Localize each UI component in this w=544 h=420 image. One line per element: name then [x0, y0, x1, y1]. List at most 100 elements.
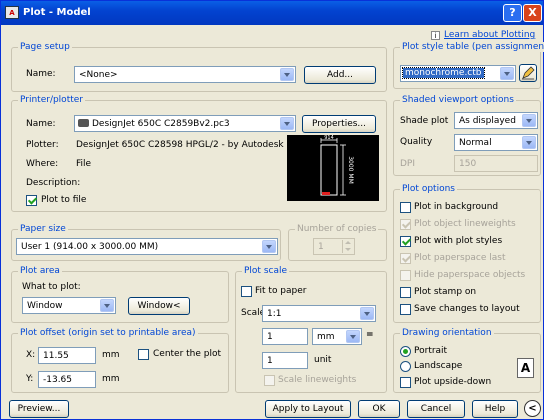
what-to-plot-label: What to plot: [22, 282, 81, 292]
plotter-label: Plotter: [26, 140, 59, 150]
chevron-down-icon[interactable] [346, 330, 360, 343]
scale-num1-input[interactable]: 1 [262, 328, 308, 345]
plot-option-label[interactable]: Plot in background [414, 202, 498, 212]
chevron-down-icon[interactable] [280, 68, 294, 81]
portrait-label[interactable]: Portrait [414, 346, 447, 356]
scale-num2-input[interactable]: 1 [262, 352, 308, 369]
window-pick-button[interactable]: Window< [128, 297, 190, 315]
quality-value: Normal [459, 138, 492, 148]
copies-legend: Number of copies [295, 224, 379, 234]
fit-to-paper-checkbox[interactable] [241, 286, 252, 297]
plot-option-checkbox[interactable] [400, 253, 411, 264]
offset-y-input[interactable]: -13.65 [38, 371, 96, 388]
shade-plot-combo[interactable]: As displayed [454, 112, 538, 129]
center-plot-checkbox[interactable] [138, 349, 149, 360]
plot-option-label[interactable]: Plot with plot styles [414, 236, 502, 246]
portrait-radio[interactable] [400, 346, 411, 357]
paper-size-group: Paper size User 1 (914.00 x 3000.00 MM) [11, 224, 281, 261]
chevron-down-icon[interactable] [280, 117, 294, 130]
quality-combo[interactable]: Normal [454, 134, 538, 151]
description-label: Description: [26, 178, 81, 188]
page-setup-name-label: Name: [26, 69, 56, 79]
drawing-orientation-group: Drawing orientation Portrait Landscape P… [393, 328, 541, 393]
scale-combo[interactable]: 1:1 [262, 305, 376, 322]
chevron-down-icon[interactable] [522, 136, 536, 149]
plot-option-checkbox[interactable] [400, 304, 411, 315]
scale-lineweights-label[interactable]: Scale lineweights [278, 375, 356, 385]
plot-option-checkbox[interactable] [400, 202, 411, 213]
apply-to-layout-button[interactable]: Apply to Layout [265, 400, 351, 418]
plot-option-checkbox[interactable] [400, 287, 411, 298]
title-close-button[interactable]: X [523, 4, 542, 22]
shade-plot-value: As displayed [459, 116, 516, 126]
paper-size-combo[interactable]: User 1 (914.00 x 3000.00 MM) [16, 238, 278, 255]
window-title: Plot - Model [23, 7, 91, 18]
offset-y-unit: mm [102, 374, 120, 384]
fit-to-paper-label[interactable]: Fit to paper [255, 286, 307, 296]
info-icon: i [431, 31, 440, 41]
chevron-down-icon[interactable] [360, 307, 374, 320]
offset-x-input[interactable]: 11.55 [38, 347, 96, 364]
scale-unit-value: mm [317, 332, 335, 342]
plotter-icon [78, 119, 89, 127]
plot-option-label[interactable]: Save changes to layout [414, 304, 520, 314]
landscape-label[interactable]: Landscape [414, 361, 462, 371]
preview-button[interactable]: Preview... [9, 400, 69, 418]
plot-style-table-combo[interactable]: monochrome.ctb [400, 65, 516, 82]
plot-upside-down-checkbox[interactable] [400, 377, 411, 388]
scale-unit-combo[interactable]: mm [312, 328, 362, 345]
cancel-button[interactable]: Cancel [407, 400, 465, 418]
copies-value: 1 [318, 242, 324, 252]
plot-to-file-checkbox[interactable] [26, 195, 37, 206]
what-to-plot-value: Window [27, 301, 63, 311]
plot-dialog: A Plot - Model ? X i Learn about Plottin… [0, 0, 544, 420]
plot-scale-legend: Plot scale [242, 266, 290, 276]
plot-option-label[interactable]: Hide paperspace objects [414, 270, 525, 280]
plot-option-checkbox[interactable] [400, 236, 411, 247]
scale-value: 1:1 [267, 309, 282, 319]
where-value: File [76, 159, 92, 169]
title-bar[interactable]: A Plot - Model ? X [1, 1, 543, 25]
page-setup-name-combo[interactable]: <None> [74, 66, 296, 83]
plot-option-label[interactable]: Plot object lineweights [414, 219, 516, 229]
paper-preview: 914 3000 MM [287, 135, 379, 201]
center-plot-label[interactable]: Center the plot [153, 349, 221, 359]
shaded-viewport-group: Shaded viewport options Shade plot As di… [393, 95, 541, 176]
plot-option-checkbox[interactable] [400, 219, 411, 230]
scale-lineweights-checkbox[interactable] [264, 375, 275, 386]
properties-button[interactable]: Properties... [302, 115, 376, 133]
landscape-radio[interactable] [400, 361, 411, 372]
printer-name-combo[interactable]: DesignJet 650C C2859Bv2.pc3 [74, 115, 296, 132]
dpi-value: 150 [459, 159, 477, 169]
offset-x-value: 11.55 [43, 351, 69, 361]
add-button[interactable]: Add... [304, 66, 376, 84]
paper-preview-diagram: 914 3000 MM [320, 135, 354, 196]
dpi-input[interactable]: 150 [454, 155, 538, 172]
plot-options-legend: Plot options [400, 184, 457, 194]
autocad-app-icon: A [5, 6, 19, 19]
chevron-down-icon[interactable] [100, 299, 114, 312]
plot-option-label[interactable]: Plot paperspace last [414, 253, 506, 263]
chevron-down-icon[interactable] [500, 67, 514, 80]
chevron-down-icon[interactable] [262, 240, 276, 253]
copies-spinner[interactable]: 1 [313, 238, 355, 255]
collapse-arrow-icon[interactable]: < [524, 400, 541, 417]
help-button[interactable]: Help [472, 400, 518, 418]
ok-button[interactable]: OK [358, 400, 400, 418]
offset-x-unit: mm [102, 350, 120, 360]
plot-upside-down-label[interactable]: Plot upside-down [414, 377, 491, 387]
printer-plotter-legend: Printer/plotter [18, 95, 85, 105]
what-to-plot-combo[interactable]: Window [22, 297, 116, 314]
scale-unit2-label: unit [314, 355, 332, 365]
spinner-arrows-icon[interactable] [342, 240, 353, 253]
plot-option-label[interactable]: Plot stamp on [414, 287, 476, 297]
plot-option-checkbox[interactable] [400, 270, 411, 281]
learn-about-plotting-link[interactable]: Learn about Plotting [444, 30, 535, 40]
portrait-orientation-icon: A [517, 358, 534, 378]
title-help-button[interactable]: ? [503, 4, 522, 22]
plot-to-file-label[interactable]: Plot to file [41, 195, 86, 205]
edit-plot-style-button[interactable] [519, 64, 537, 82]
quality-label: Quality [400, 137, 433, 147]
scale-num2-value: 1 [267, 356, 273, 366]
chevron-down-icon[interactable] [522, 114, 536, 127]
